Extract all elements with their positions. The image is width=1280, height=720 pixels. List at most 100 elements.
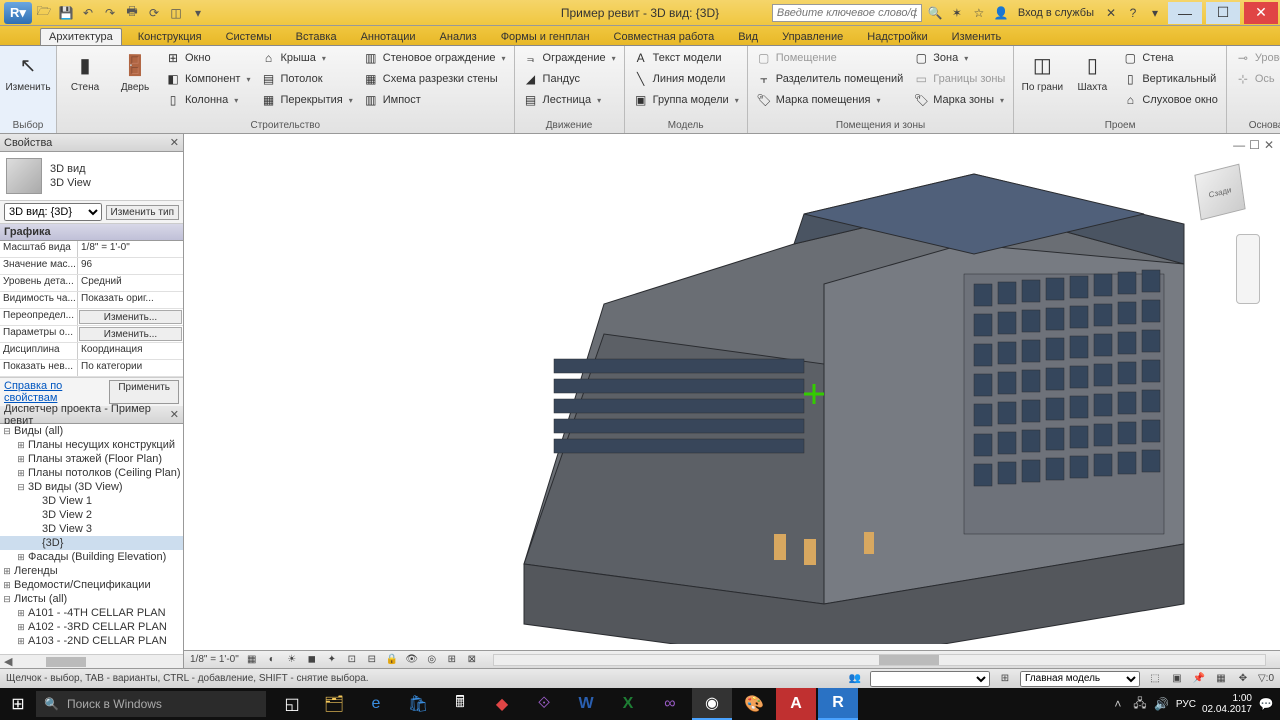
prop-detail[interactable]: Уровень дета...Средний: [0, 275, 183, 292]
by-face-button[interactable]: ◫По грани: [1018, 48, 1066, 97]
select-underlay-icon[interactable]: ▣: [1170, 672, 1184, 686]
drag-icon[interactable]: ✥: [1236, 672, 1250, 686]
prop-overrides[interactable]: Переопредел...Изменить...: [0, 309, 183, 326]
word-icon[interactable]: W: [566, 688, 606, 720]
qat-save-icon[interactable]: 💾: [56, 3, 76, 23]
tree-item[interactable]: ⊟Листы (all): [0, 592, 183, 606]
tab-analyze[interactable]: Анализ: [432, 29, 485, 45]
shadows-icon[interactable]: ◼: [305, 653, 319, 667]
select-pinned-icon[interactable]: 📌: [1192, 672, 1206, 686]
area-tag-button[interactable]: 🏷Марка зоны▾: [909, 90, 1009, 110]
close-panel-icon[interactable]: ✕: [1102, 4, 1120, 22]
level-button[interactable]: ⊸Уровень: [1231, 48, 1280, 68]
model-line-button[interactable]: ╲Линия модели: [629, 69, 743, 89]
type-selector[interactable]: 3D вид: {3D}: [4, 203, 102, 221]
tree-item[interactable]: ⊞A101 - -4TH CELLAR PLAN: [0, 606, 183, 620]
tree-item[interactable]: {3D}: [0, 536, 183, 550]
curtain-grid-button[interactable]: ▦Схема разрезки стены: [359, 69, 510, 89]
app-menu-button[interactable]: R▾: [4, 2, 32, 24]
area-button[interactable]: ▢Зона▾: [909, 48, 1009, 68]
prop-scale[interactable]: Масштаб вида1/8" = 1'-0": [0, 241, 183, 258]
tray-up-icon[interactable]: ˄: [1110, 696, 1126, 712]
shaft-button[interactable]: ▯Шахта: [1068, 48, 1116, 97]
room-button[interactable]: ▢Помещение: [752, 48, 908, 68]
tab-manage[interactable]: Управление: [774, 29, 851, 45]
help-icon[interactable]: ?: [1124, 4, 1142, 22]
vs-icon[interactable]: ⟐: [524, 688, 564, 720]
curtain-wall-button[interactable]: ▥Стеновое ограждение▾: [359, 48, 510, 68]
area-boundary-button[interactable]: ▭Границы зоны: [909, 69, 1009, 89]
view-close-icon[interactable]: ✕: [1264, 138, 1274, 152]
ramp-button[interactable]: ◢Пандус: [519, 69, 620, 89]
view-minimize-icon[interactable]: —: [1233, 138, 1245, 152]
mullion-button[interactable]: ▥Импост: [359, 90, 510, 110]
user-icon[interactable]: 👤: [992, 4, 1010, 22]
tab-insert[interactable]: Вставка: [288, 29, 345, 45]
stair-button[interactable]: ▤Лестница▾: [519, 90, 620, 110]
window-button[interactable]: ⊞Окно: [161, 48, 254, 68]
grid-button[interactable]: ⊹Ось: [1231, 69, 1280, 89]
calculator-icon[interactable]: 🖩: [440, 688, 480, 720]
qat-sync-icon[interactable]: ⟳: [144, 3, 164, 23]
qat-open-icon[interactable]: 🗁: [34, 3, 54, 23]
tree-item[interactable]: ⊞Легенды: [0, 564, 183, 578]
model-text-button[interactable]: AТекст модели: [629, 48, 743, 68]
tree-item[interactable]: ⊞A102 - -3RD CELLAR PLAN: [0, 620, 183, 634]
lock-icon[interactable]: 🔒: [385, 653, 399, 667]
explorer-icon[interactable]: 🗂: [314, 688, 354, 720]
crop-show-icon[interactable]: ⊟: [365, 653, 379, 667]
horizontal-scrollbar[interactable]: [493, 654, 1266, 666]
tree-item[interactable]: ⊟Виды (all): [0, 424, 183, 438]
roof-button[interactable]: ⌂Крыша▾: [256, 48, 356, 68]
column-button[interactable]: ▯Колонна▾: [161, 90, 254, 110]
analytical-icon[interactable]: ⊞: [445, 653, 459, 667]
autocad-icon[interactable]: A: [776, 688, 816, 720]
wall-button[interactable]: ▮Стена: [61, 48, 109, 97]
model-group-button[interactable]: ▣Группа модели▾: [629, 90, 743, 110]
viewport[interactable]: — ☐ ✕ Сзади: [184, 134, 1280, 668]
room-sep-button[interactable]: ⫟Разделитель помещений: [752, 69, 908, 89]
filter-count[interactable]: ▽:0: [1258, 673, 1274, 684]
properties-close-icon[interactable]: ✕: [170, 136, 179, 149]
tab-annotate[interactable]: Аннотации: [353, 29, 424, 45]
room-tag-button[interactable]: 🏷Марка помещения▾: [752, 90, 908, 110]
tab-architecture[interactable]: Архитектура: [40, 28, 122, 45]
browser-close-icon[interactable]: ✕: [170, 408, 179, 421]
properties-help-link[interactable]: Справка по свойствам: [4, 380, 109, 404]
modify-button[interactable]: ↖Изменить: [4, 48, 52, 97]
prop-hidden[interactable]: Показать нев...По категории: [0, 360, 183, 377]
select-links-icon[interactable]: ⬚: [1148, 672, 1162, 686]
vs2-icon[interactable]: ∞: [650, 688, 690, 720]
prop-scale-value[interactable]: Значение мас...96: [0, 258, 183, 275]
apply-button[interactable]: Применить: [109, 380, 179, 404]
tab-systems[interactable]: Системы: [218, 29, 280, 45]
prop-display[interactable]: Параметры о...Изменить...: [0, 326, 183, 343]
floor-button[interactable]: ▦Перекрытия▾: [256, 90, 356, 110]
wall-opening-button[interactable]: ▢Стена: [1118, 48, 1222, 68]
tree-item[interactable]: ⊞Фасады (Building Elevation): [0, 550, 183, 564]
search-input[interactable]: [772, 4, 922, 22]
minimize-button[interactable]: —: [1168, 2, 1202, 24]
tree-item[interactable]: ⊞A103 - -2ND CELLAR PLAN: [0, 634, 183, 648]
ceiling-button[interactable]: ▤Потолок: [256, 69, 356, 89]
tree-item[interactable]: ⊞Планы потолков (Ceiling Plan): [0, 466, 183, 480]
tree-item[interactable]: 3D View 2: [0, 508, 183, 522]
select-face-icon[interactable]: ▦: [1214, 672, 1228, 686]
subscription-icon[interactable]: ✶: [948, 4, 966, 22]
tree-item[interactable]: ⊞Ведомости/Спецификации: [0, 578, 183, 592]
sun-path-icon[interactable]: ☀: [285, 653, 299, 667]
tab-massing[interactable]: Формы и генплан: [493, 29, 598, 45]
crop-icon[interactable]: ⊡: [345, 653, 359, 667]
task-view-button[interactable]: ◱: [272, 688, 312, 720]
tab-collaborate[interactable]: Совместная работа: [606, 29, 723, 45]
tree-item[interactable]: ⊟3D виды (3D View): [0, 480, 183, 494]
render-icon[interactable]: ✦: [325, 653, 339, 667]
tree-scrollbar[interactable]: ◀: [0, 654, 183, 668]
visual-style-icon[interactable]: ◐: [265, 653, 279, 667]
railing-button[interactable]: ⫬Ограждение▾: [519, 48, 620, 68]
tray-clock[interactable]: 1:0002.04.2017: [1202, 693, 1252, 715]
tray-language[interactable]: РУС: [1176, 699, 1196, 710]
close-button[interactable]: ✕: [1244, 2, 1278, 24]
tray-notifications-icon[interactable]: 💬: [1258, 696, 1274, 712]
qat-redo-icon[interactable]: ↷: [100, 3, 120, 23]
